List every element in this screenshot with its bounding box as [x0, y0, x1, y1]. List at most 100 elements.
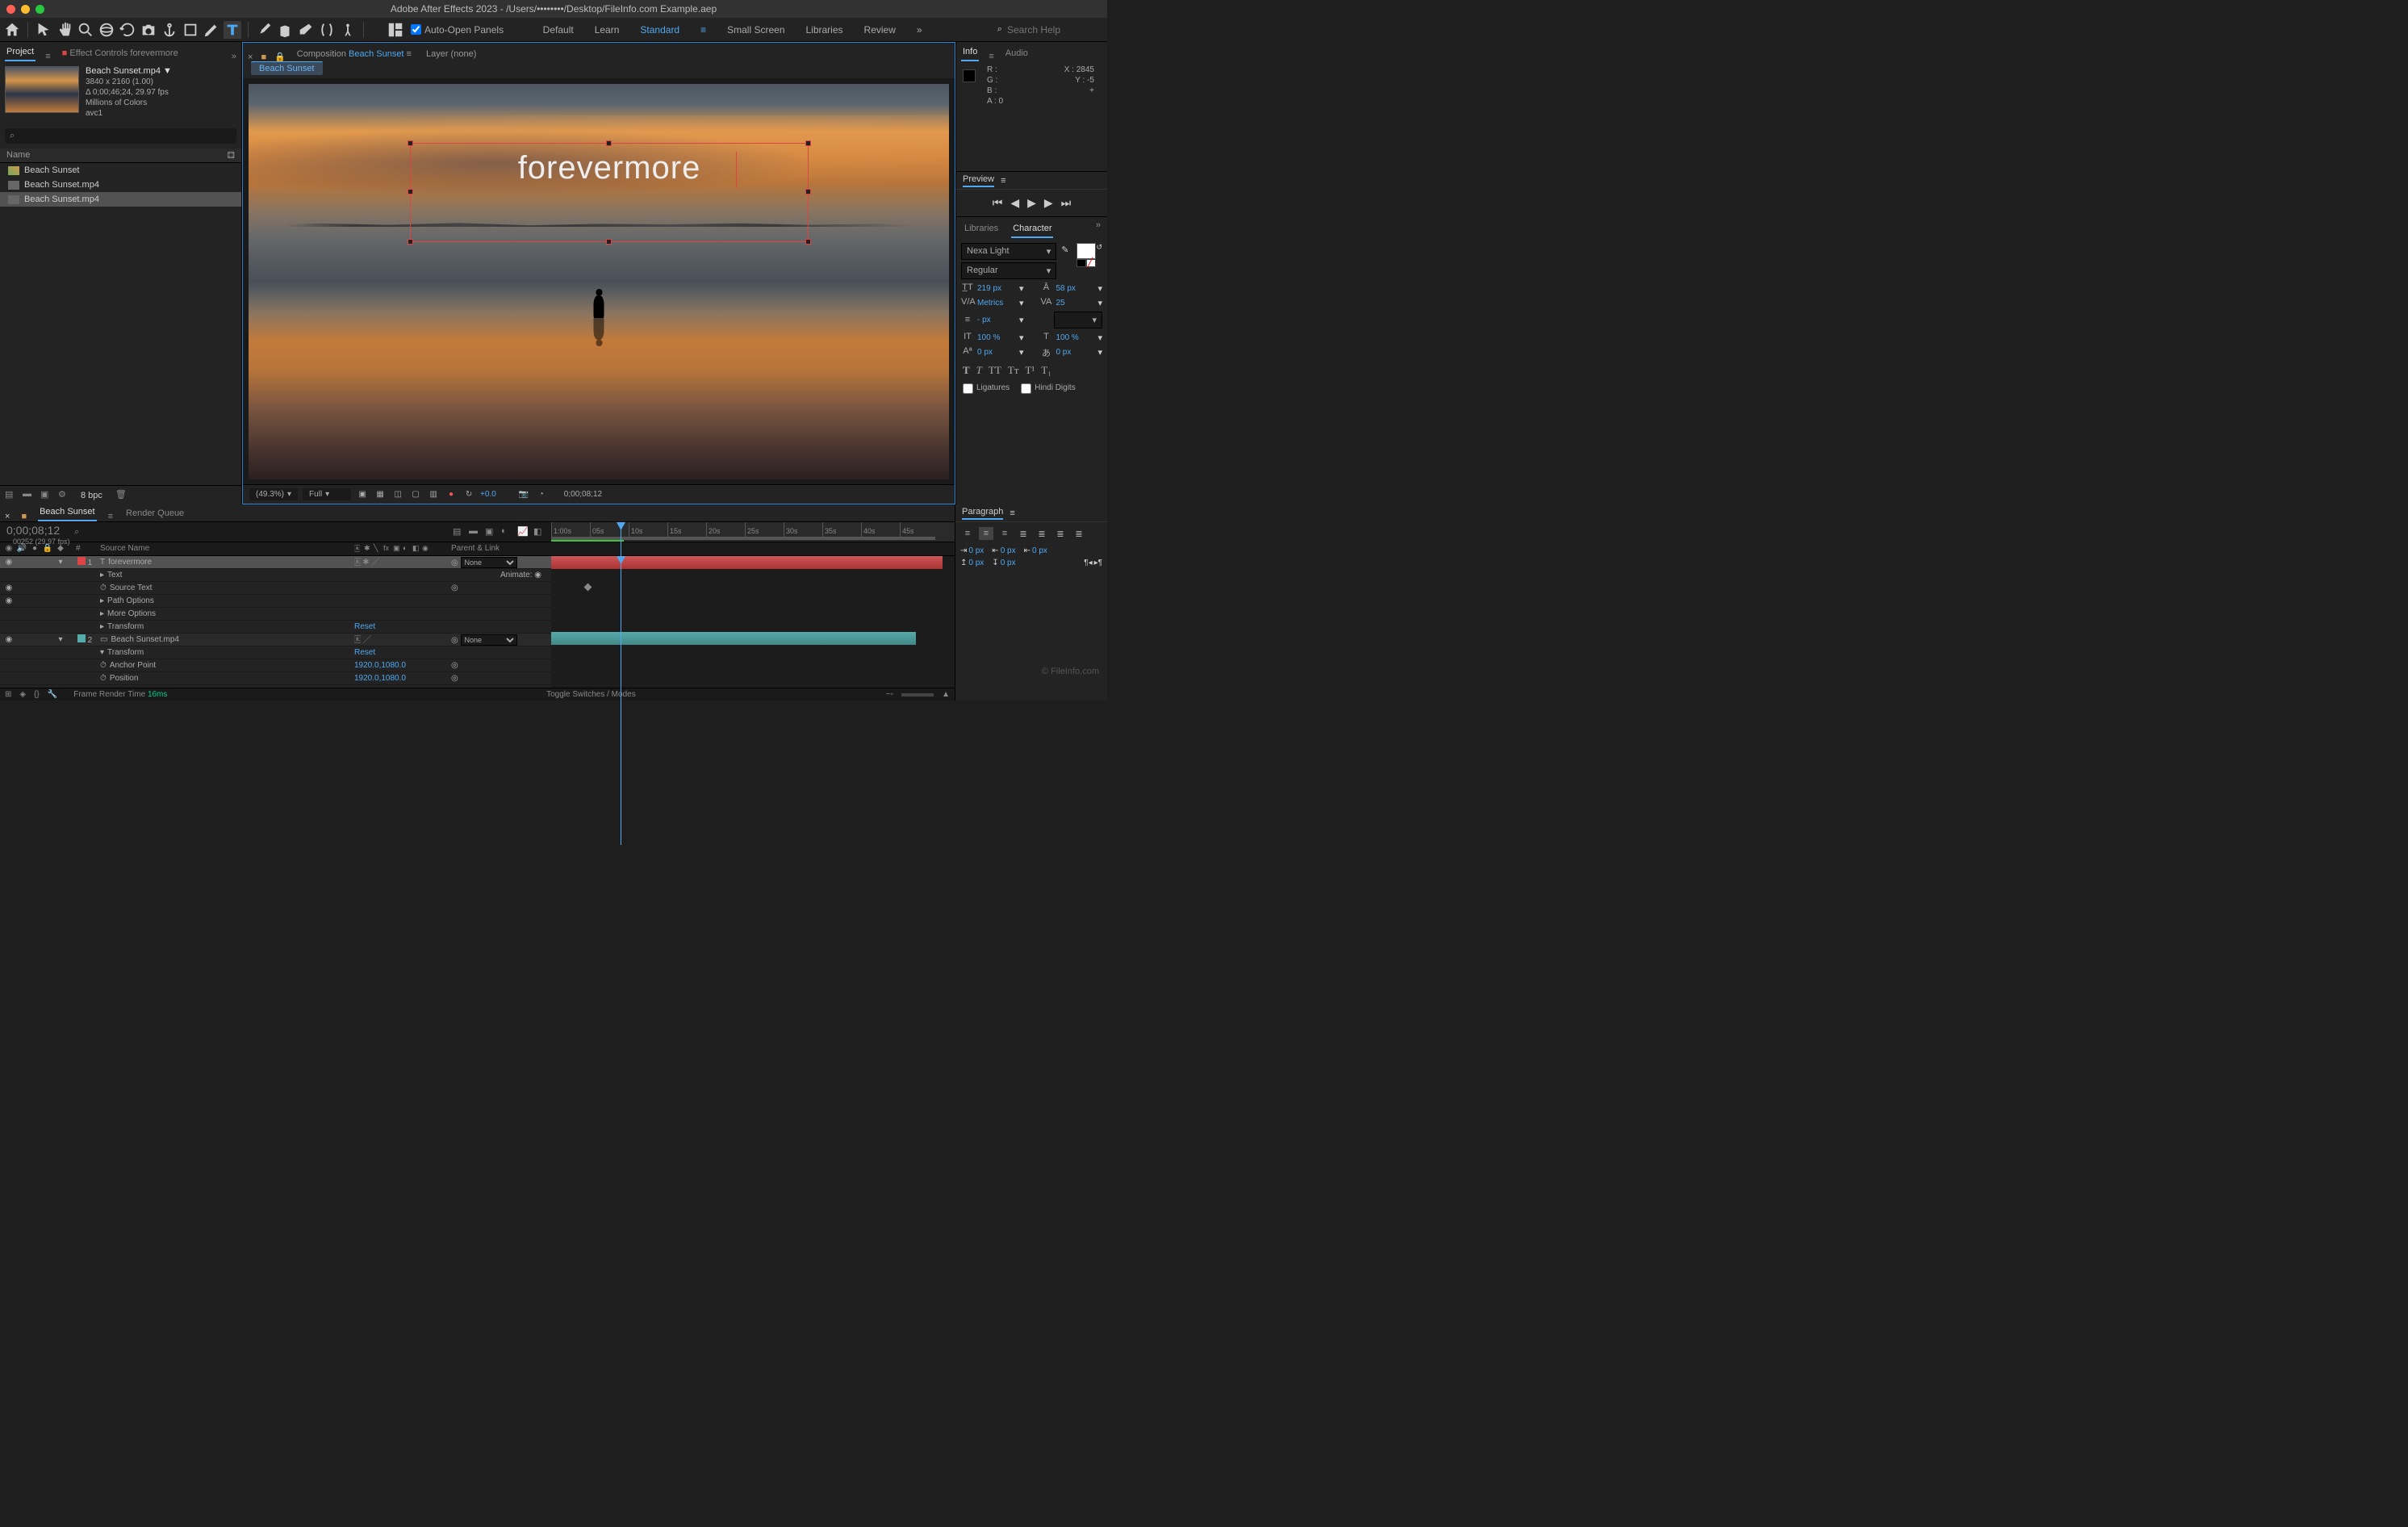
auto-open-checkbox[interactable]: Auto-Open Panels [411, 24, 504, 36]
tab-layer[interactable]: Layer (none) [423, 46, 479, 62]
align-center-icon[interactable]: ≡ [979, 527, 993, 540]
motion-blur-icon[interactable]: ◐ [501, 526, 512, 538]
font-family-select[interactable]: Nexa Light▾ [961, 243, 1056, 260]
indent-first-field[interactable]: 0 px [1001, 546, 1016, 555]
flowchart-icon[interactable]: ⚃ [227, 150, 235, 161]
interpret-icon[interactable]: ▤ [5, 489, 18, 502]
track-text-layer[interactable] [551, 556, 943, 569]
shy-icon[interactable]: ▬ [469, 526, 480, 538]
hand-tool-icon[interactable] [56, 21, 73, 39]
prev-frame-icon[interactable]: ◀ [1010, 196, 1019, 210]
leading-field[interactable]: 58 px [1056, 284, 1094, 293]
fill-color-swatch[interactable] [1076, 243, 1096, 259]
smallcaps-icon[interactable]: Tᴛ [1008, 364, 1019, 377]
last-frame-icon[interactable]: ⏭ [1061, 196, 1072, 210]
timeline-layer-text[interactable]: ◉▾ 1 Tforevermore 🀀 ✱ ╱ ◎ None [0, 556, 551, 569]
tracking-field[interactable]: 25 [1056, 299, 1094, 307]
hindi-checkbox[interactable]: Hindi Digits [1021, 383, 1076, 394]
reset-exp-icon[interactable]: ↻ [462, 488, 475, 501]
font-style-select[interactable]: Regular▾ [961, 262, 1056, 279]
parent-select[interactable]: None [461, 557, 517, 568]
none-swatch[interactable]: ╱ [1086, 259, 1096, 267]
toggle-switch-icon[interactable]: ⊞ [5, 690, 11, 699]
parent-select[interactable]: None [461, 634, 517, 646]
workspace-libraries[interactable]: Libraries [806, 24, 843, 36]
twirl-icon[interactable]: ▾ [55, 558, 66, 567]
layer-prop-position[interactable]: ⏱ Position1920.0,1080.0◎ [0, 672, 551, 685]
workspace-learn[interactable]: Learn [595, 24, 620, 36]
bw-swatch[interactable] [1076, 259, 1086, 267]
swap-colors-icon[interactable]: ↺ [1096, 243, 1102, 259]
space-after-field[interactable]: 0 px [1001, 559, 1016, 567]
transparency-icon[interactable]: ▦ [374, 488, 387, 501]
selection-tool-icon[interactable] [35, 21, 52, 39]
baseline-field[interactable]: 0 px [977, 348, 1016, 357]
rtl-icon[interactable]: ¶◂ [1084, 559, 1092, 567]
layer-prop-transform2[interactable]: ▾ TransformReset [0, 646, 551, 659]
hscale-field[interactable]: 100 % [1056, 333, 1094, 342]
tab-composition[interactable]: Composition Beach Sunset ≡ [294, 46, 415, 62]
timeline-tracks[interactable] [551, 556, 955, 688]
project-item-comp[interactable]: Beach Sunset [0, 163, 241, 178]
align-right-icon[interactable]: ≡ [997, 527, 1012, 540]
indent-right-field[interactable]: 0 px [1032, 546, 1047, 555]
comp-breadcrumb[interactable]: Beach Sunset [243, 62, 955, 78]
project-item-footage[interactable]: Beach Sunset.mp4 [0, 178, 241, 192]
clone-tool-icon[interactable] [276, 21, 294, 39]
timeline-layer-video[interactable]: ◉▾ 2 ▭Beach Sunset.mp4 🀀 ╱ ◎ None [0, 634, 551, 646]
tab-effect-controls[interactable]: ■ Effect Controls forevermore [61, 45, 180, 61]
timeline-search-icon[interactable]: ⌕ [74, 527, 86, 538]
ligatures-checkbox[interactable]: Ligatures [963, 383, 1010, 394]
search-input[interactable] [1007, 24, 1104, 36]
type-tool-icon[interactable] [224, 21, 241, 39]
project-search[interactable]: ⌕ [5, 128, 236, 144]
channel-icon[interactable]: ● [445, 488, 458, 501]
toggle-switches-modes[interactable]: Toggle Switches / Modes [546, 690, 636, 699]
first-frame-icon[interactable]: ⏮ [993, 196, 1003, 210]
column-name[interactable]: Name [6, 150, 30, 161]
italic-icon[interactable]: T [976, 364, 982, 377]
mask-icon[interactable]: ◫ [391, 488, 404, 501]
close-window-icon[interactable] [6, 5, 15, 14]
zoom-tool-icon[interactable] [77, 21, 94, 39]
stroke-width-field[interactable]: - px [977, 316, 1016, 324]
timeline-timecode[interactable]: 0;00;08;12 [6, 524, 60, 537]
settings-icon[interactable]: ⚙ [58, 489, 71, 502]
tsume-field[interactable]: 0 px [1056, 348, 1094, 357]
project-item-footage[interactable]: Beach Sunset.mp4 [0, 192, 241, 207]
tab-audio[interactable]: Audio [1004, 45, 1030, 61]
guides-icon[interactable]: ▥ [427, 488, 440, 501]
eyedropper-icon[interactable]: ✎ [1061, 245, 1068, 255]
resolution-select[interactable]: Full ▾ [303, 488, 351, 500]
vscale-field[interactable]: 100 % [977, 333, 1016, 342]
workspace-standard[interactable]: Standard [640, 24, 679, 36]
indent-left-field[interactable]: 0 px [968, 546, 984, 555]
orbit-tool-icon[interactable] [98, 21, 115, 39]
home-icon[interactable] [3, 21, 21, 39]
tab-paragraph[interactable]: Paragraph [962, 507, 1003, 520]
toggle-switch-icon[interactable]: ◈ [19, 690, 26, 699]
play-icon[interactable]: ▶ [1027, 196, 1036, 210]
next-frame-icon[interactable]: ▶ [1044, 196, 1053, 210]
toggle-switch-icon[interactable]: {} [34, 690, 40, 699]
tab-info[interactable]: Info [961, 44, 979, 61]
text-layer-bounds[interactable]: forevermore [410, 143, 809, 242]
zoom-select[interactable]: (49.3%) ▾ [249, 488, 298, 500]
tab-preview[interactable]: Preview [963, 174, 994, 187]
composition-viewer[interactable]: forevermore [243, 78, 955, 484]
workspace-default[interactable]: Default [543, 24, 574, 36]
brush-tool-icon[interactable] [255, 21, 273, 39]
layer-prop-pathoptions[interactable]: ◉▸ Path Options [0, 595, 551, 608]
color-depth[interactable]: 8 bpc [81, 491, 102, 500]
tab-timeline-comp[interactable]: Beach Sunset [38, 504, 97, 521]
text-content[interactable]: forevermore [411, 144, 809, 186]
graph-icon[interactable]: 📈 [517, 526, 529, 538]
overflow-icon[interactable]: » [232, 52, 236, 61]
zoom-out-icon[interactable]: −◦ [886, 690, 893, 699]
bold-icon[interactable]: T [963, 364, 970, 377]
3d-icon[interactable]: ▢ [409, 488, 422, 501]
tab-render-queue[interactable]: Render Queue [124, 505, 186, 521]
tab-project[interactable]: Project [5, 44, 36, 61]
workspace-review[interactable]: Review [864, 24, 896, 36]
draft3d-icon[interactable]: ◧ [533, 526, 545, 538]
